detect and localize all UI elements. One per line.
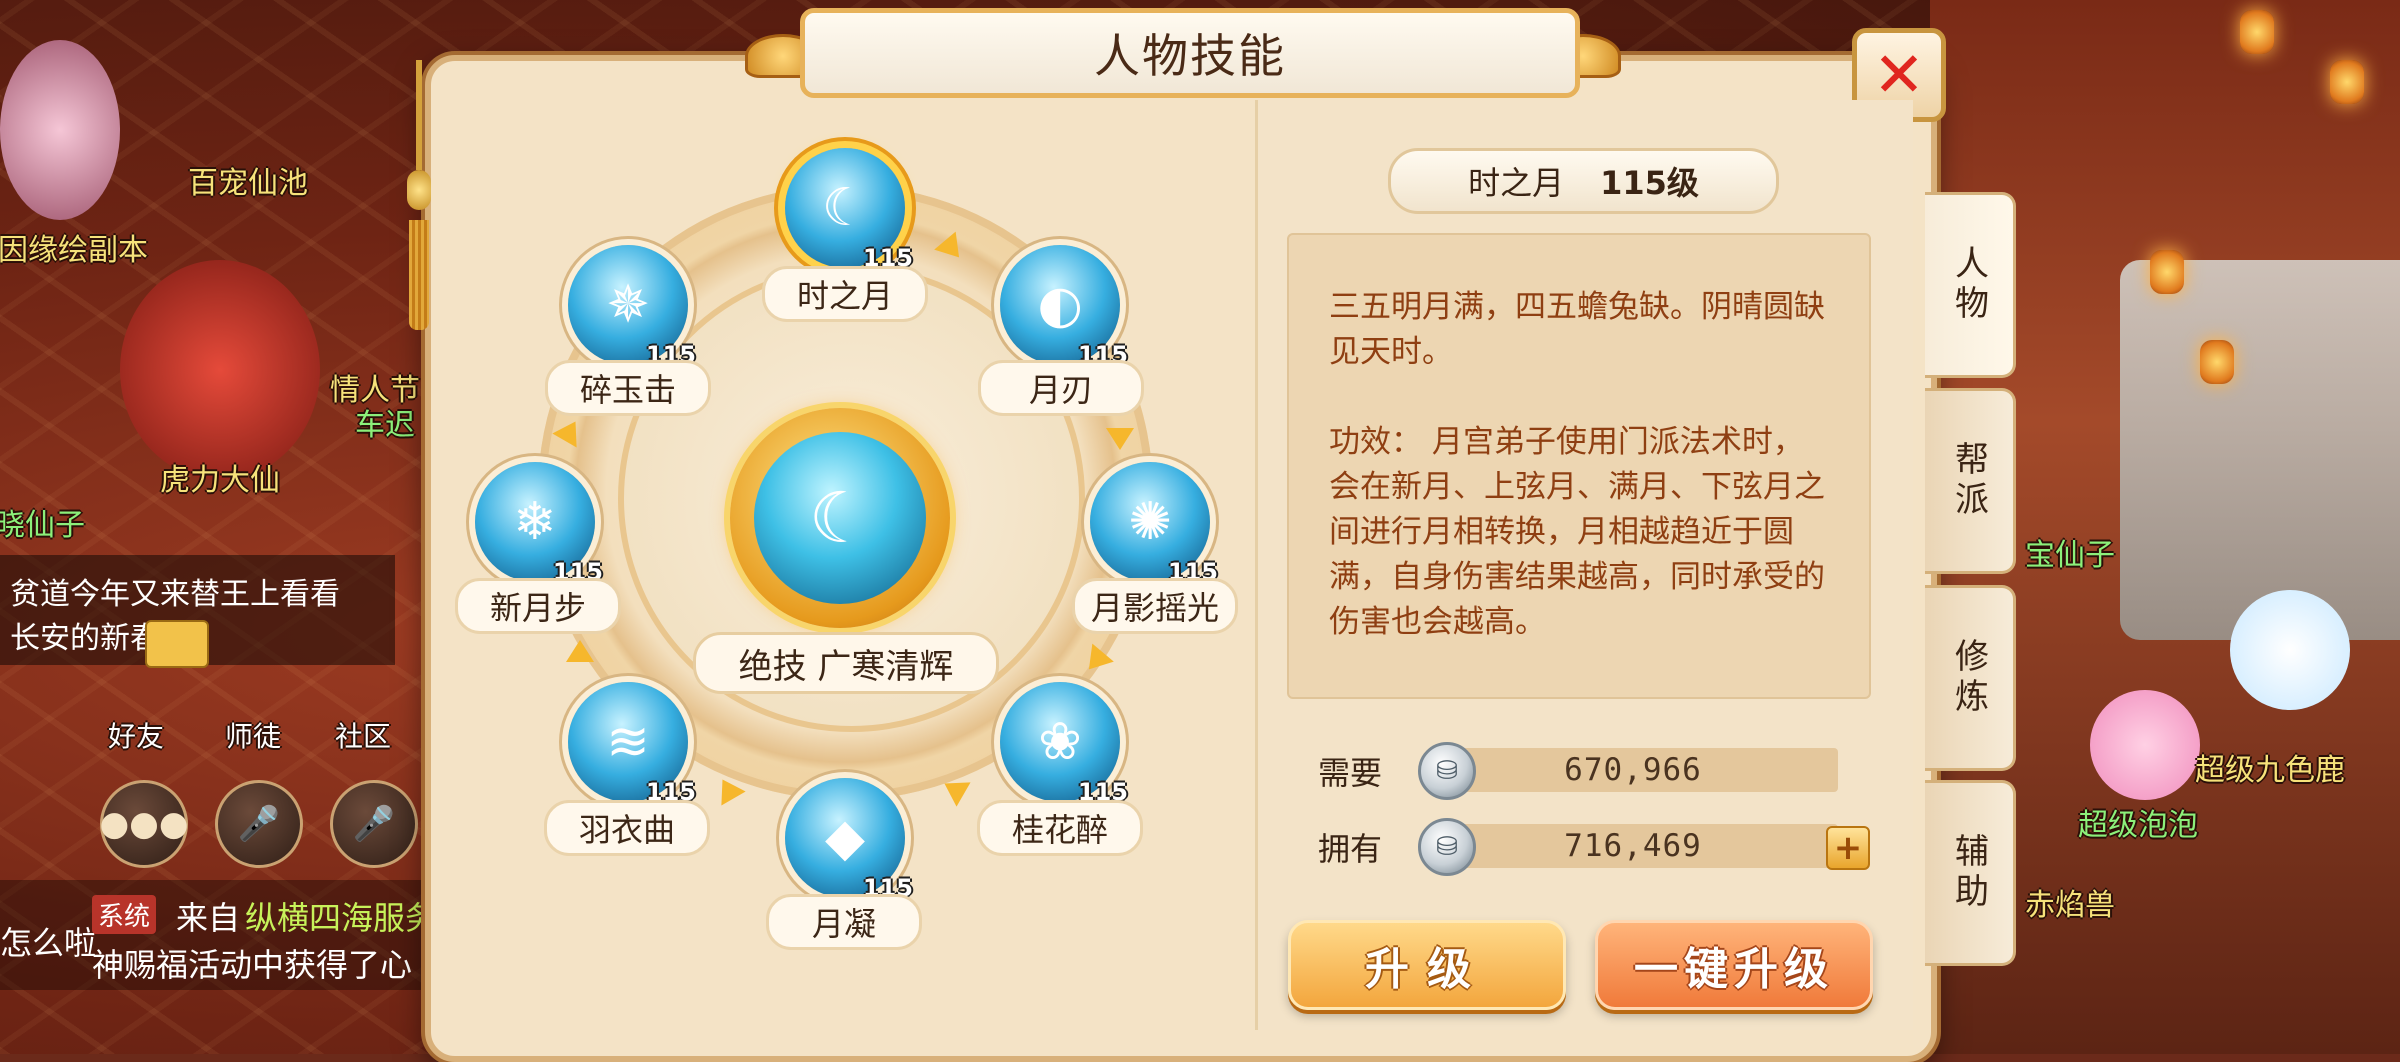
need-value: 670,966 bbox=[1564, 752, 1702, 788]
world-label[interactable]: 赤焰兽 bbox=[2025, 880, 2115, 924]
skill-button-yue-ying-yao-guang[interactable]: ✺ 115 bbox=[1090, 462, 1218, 586]
npc-character[interactable] bbox=[0, 40, 120, 220]
tassel-decoration bbox=[405, 60, 433, 330]
skill-button-yue-ren[interactable]: ◐ 115 bbox=[1000, 245, 1128, 369]
tab-label: 人物 bbox=[1948, 245, 1989, 325]
arrow-icon bbox=[566, 640, 594, 662]
lantern-icon bbox=[2200, 340, 2234, 384]
silver-coin-icon: ⛁ bbox=[1418, 818, 1476, 876]
tab-cultivation[interactable]: 修炼 bbox=[1925, 585, 2016, 771]
skill-label: 时之月 bbox=[762, 266, 928, 322]
npc-bubble-pet[interactable] bbox=[2090, 690, 2200, 800]
microphone-icon[interactable]: 🎤 bbox=[330, 780, 418, 868]
skill-button-gui-hua-zui[interactable]: ❀ 115 bbox=[1000, 682, 1128, 806]
system-tag: 系统 bbox=[92, 895, 157, 934]
skill-label: 桂花醉 bbox=[977, 800, 1143, 856]
world-label[interactable]: 超级泡泡 bbox=[2078, 800, 2198, 844]
world-label[interactable]: 宝仙子 bbox=[2025, 530, 2115, 574]
skill-button-yu-yi-qu[interactable]: ≋ 115 bbox=[568, 682, 696, 806]
tab-label: 修炼 bbox=[1948, 638, 1989, 718]
lantern-icon bbox=[2240, 10, 2274, 54]
moon-crescent-icon: ☾ bbox=[754, 432, 926, 604]
dialog-titlebar: 人物技能 bbox=[800, 8, 1580, 98]
stone-lion-statue bbox=[2120, 260, 2400, 640]
cost-need-row: 需要 670,966 ⛁ bbox=[1318, 742, 1878, 800]
skill-button-xin-yue-bu[interactable]: ❄ 115 bbox=[475, 462, 603, 586]
skill-button-yue-ning[interactable]: ◆ 115 bbox=[785, 778, 913, 902]
arrow-icon bbox=[1106, 428, 1134, 450]
close-icon: ✕ bbox=[1873, 38, 1925, 111]
add-currency-button[interactable]: + bbox=[1826, 826, 1870, 870]
skill-label: 月影摇光 bbox=[1072, 578, 1238, 634]
have-value: 716,469 bbox=[1564, 828, 1702, 864]
skill-button-shi-zhi-yue[interactable]: ☾ 115 bbox=[785, 148, 913, 272]
community-label[interactable]: 社区 bbox=[335, 715, 391, 755]
ultimate-skill-button[interactable]: ☾ bbox=[730, 408, 950, 628]
lantern-icon bbox=[2150, 250, 2184, 294]
one-click-upgrade-button[interactable]: 一键升级 bbox=[1595, 920, 1873, 1010]
skill-label: 月凝 bbox=[766, 894, 922, 950]
have-label: 拥有 bbox=[1318, 830, 1383, 868]
microphone-icon[interactable]: 🎤 bbox=[215, 780, 303, 868]
mail-icon[interactable] bbox=[145, 620, 209, 668]
tab-label: 辅助 bbox=[1948, 833, 1989, 913]
upgrade-button[interactable]: 升级 bbox=[1288, 920, 1566, 1010]
system-server-text: 纵横四海服务 bbox=[245, 899, 438, 937]
world-label[interactable]: 超级九色鹿 bbox=[2195, 745, 2345, 789]
silver-coin-icon: ⛁ bbox=[1418, 742, 1476, 800]
skill-poem-text: 三五明月满，四五蟾兔缺。阴晴圆缺见天时。 bbox=[1329, 289, 1825, 370]
need-label: 需要 bbox=[1318, 754, 1383, 792]
system-prefix-text: 怎么啦 bbox=[0, 924, 97, 962]
system-from-text: 来自 bbox=[176, 899, 241, 937]
tab-assist[interactable]: 辅助 bbox=[1925, 780, 2016, 966]
system-line2-text: 神赐福活动中获得了心 bbox=[92, 946, 413, 984]
skill-label: 月刃 bbox=[978, 360, 1144, 416]
skill-label: 新月步 bbox=[455, 578, 621, 634]
chat-line: 贫道今年又来替王上看看 bbox=[10, 577, 340, 612]
skill-description-box: 三五明月满，四五蟾兔缺。阴晴圆缺见天时。 功效： 月宫弟子使用门派法术时，会在新… bbox=[1287, 233, 1871, 699]
tab-guild[interactable]: 帮派 bbox=[1925, 388, 2016, 574]
npc-tiger-immortal[interactable] bbox=[120, 260, 320, 480]
world-label[interactable]: 百宠仙池 bbox=[188, 158, 308, 202]
skill-name-plate: 时之月 115级 bbox=[1388, 148, 1779, 214]
chat-bubble-icon[interactable]: ●●● bbox=[100, 780, 189, 868]
plus-icon: + bbox=[1833, 828, 1863, 868]
skill-effect-text: 功效： 月宫弟子使用门派法术时，会在新月、上弦月、满月、下弦月之间进行月相转换，… bbox=[1329, 424, 1825, 640]
selected-skill-level: 115级 bbox=[1600, 164, 1699, 202]
lantern-icon bbox=[2330, 60, 2364, 104]
tab-label: 帮派 bbox=[1948, 441, 1989, 521]
selected-skill-name: 时之月 bbox=[1468, 164, 1565, 202]
skill-button-sui-yu-ji[interactable]: ✵ 115 bbox=[568, 245, 696, 369]
skill-label: 碎玉击 bbox=[545, 360, 711, 416]
world-label[interactable]: 因缘绘副本 bbox=[0, 225, 148, 269]
friends-label[interactable]: 好友 bbox=[108, 715, 164, 755]
npc-deer-pet[interactable] bbox=[2230, 590, 2350, 710]
cost-have-row: 拥有 716,469 ⛁ bbox=[1318, 818, 1878, 876]
mentor-label[interactable]: 师徒 bbox=[225, 715, 281, 755]
tab-character[interactable]: 人物 bbox=[1925, 192, 2016, 378]
skill-label: 羽衣曲 bbox=[544, 800, 710, 856]
world-label[interactable]: 晓仙子 bbox=[0, 500, 85, 544]
dialog-title: 人物技能 bbox=[1094, 29, 1286, 83]
world-label[interactable]: 虎力大仙 bbox=[160, 455, 280, 499]
world-label[interactable]: 车迟 bbox=[355, 400, 415, 444]
ultimate-skill-label: 绝技 广寒清辉 bbox=[693, 632, 999, 694]
